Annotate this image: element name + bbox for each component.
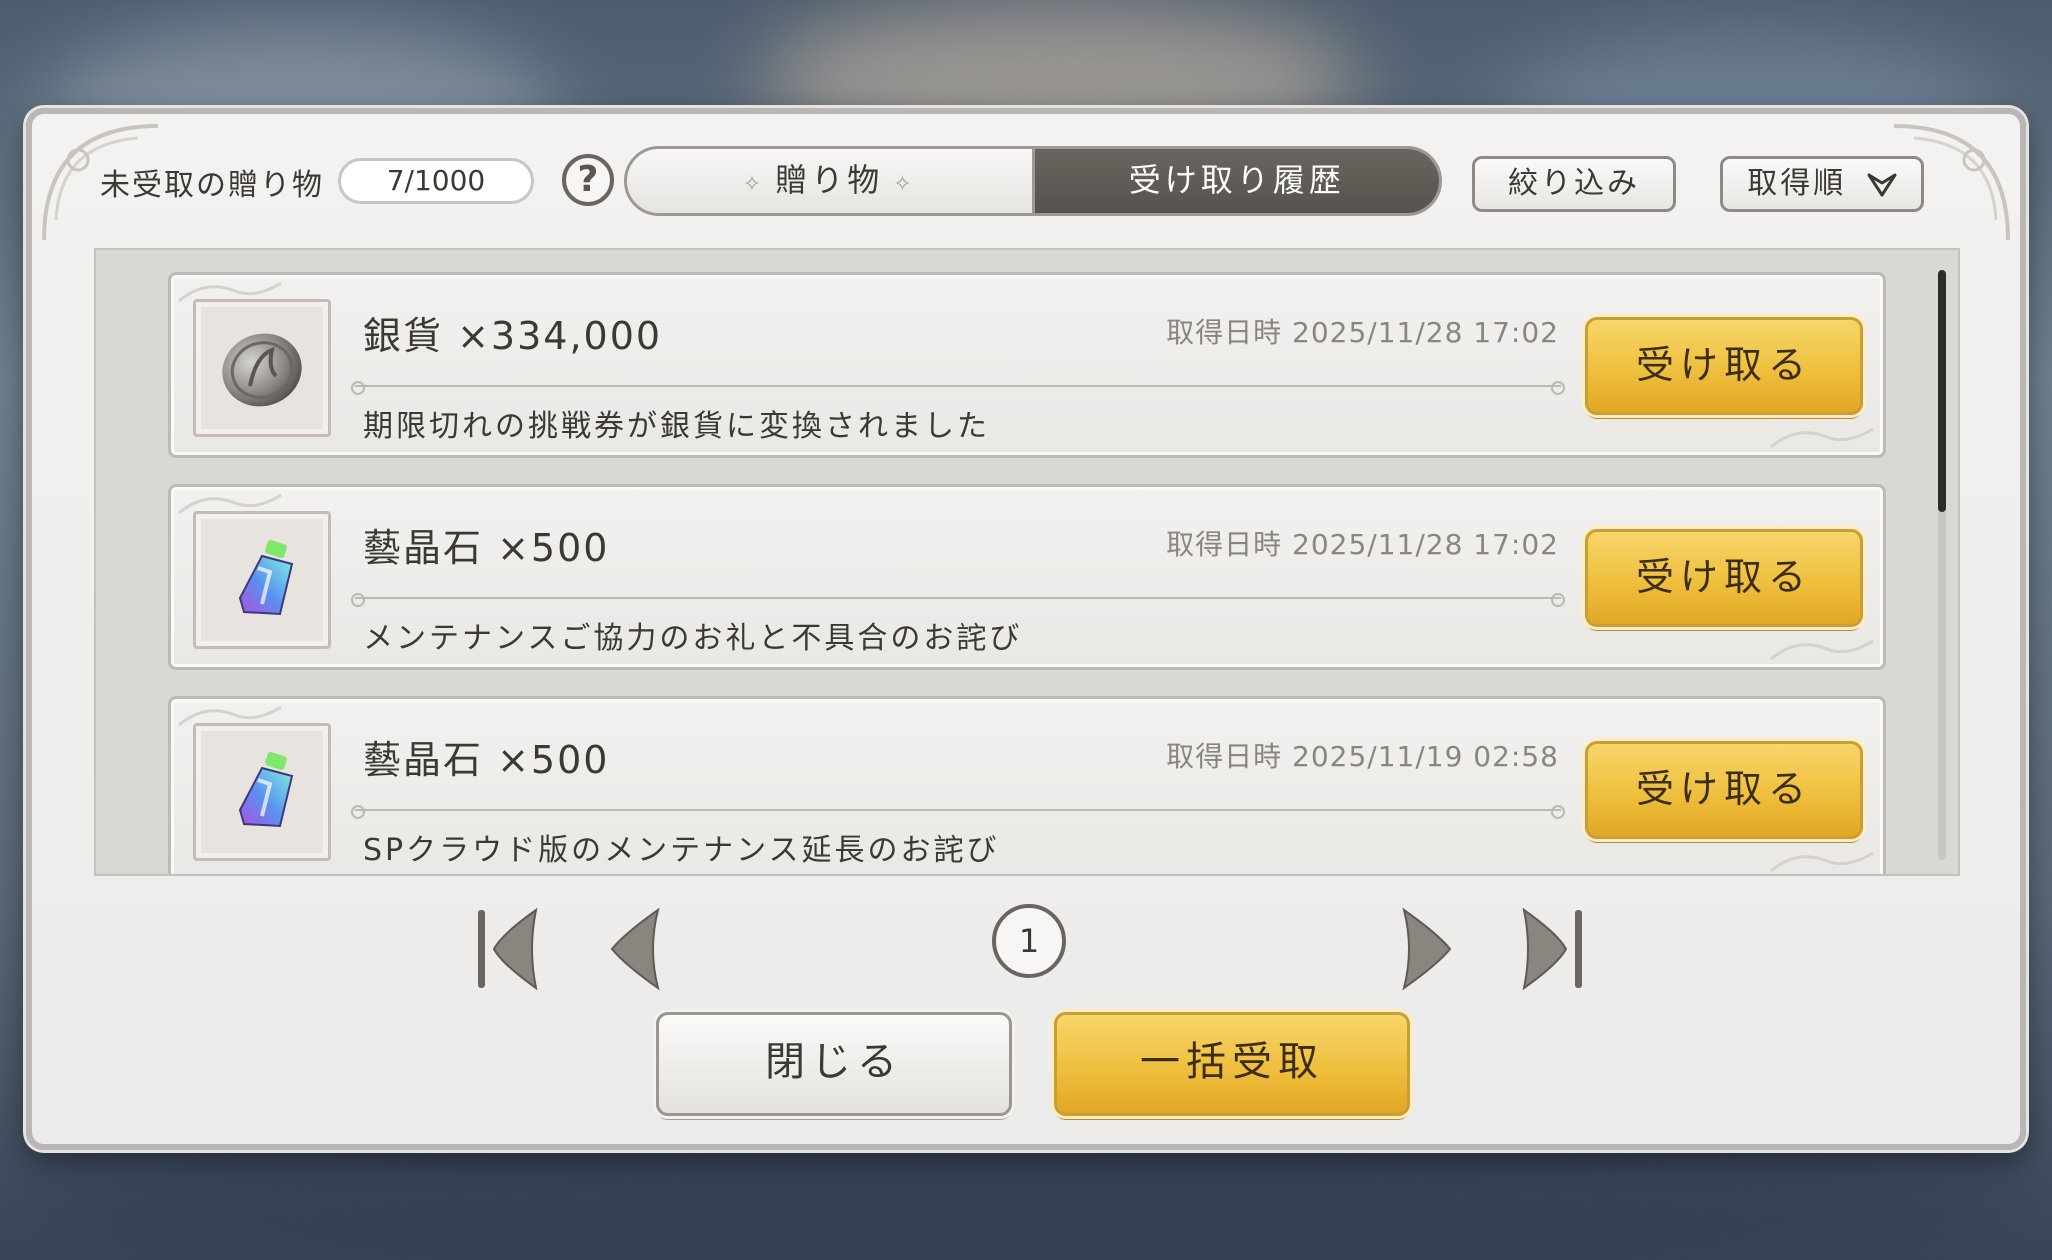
- gift-item: 銀貨 ×334,000 取得日時 2025/11/28 17:02 期限切れの挑…: [168, 272, 1886, 458]
- card-ornament: [1770, 427, 1874, 449]
- first-page-icon[interactable]: [472, 904, 542, 994]
- gift-tabs: ✧ 贈り物 ✧ 受け取り履歴: [624, 146, 1442, 216]
- item-date: 取得日時 2025/11/19 02:58: [1166, 740, 1559, 773]
- item-thumbnail: [193, 299, 331, 437]
- gift-list[interactable]: 銀貨 ×334,000 取得日時 2025/11/28 17:02 期限切れの挑…: [94, 248, 1960, 876]
- unclaimed-gifts-label: 未受取の贈り物: [100, 168, 324, 203]
- bulk-claim-button[interactable]: 一括受取: [1054, 1012, 1410, 1116]
- item-date: 取得日時 2025/11/28 17:02: [1166, 528, 1559, 561]
- crystal-bottle-icon: [238, 752, 294, 828]
- item-name: 藝晶石 ×500: [363, 738, 610, 782]
- help-button[interactable]: ?: [562, 154, 614, 206]
- diamond-ornament-icon: ✧: [893, 172, 916, 197]
- sort-button-label: 取得順: [1747, 166, 1847, 201]
- item-thumbnail: [193, 511, 331, 649]
- divider: [351, 805, 1565, 819]
- tab-history[interactable]: 受け取り履歴: [1034, 149, 1439, 213]
- sort-button[interactable]: 取得順: [1720, 156, 1924, 212]
- gift-item: 藝晶石 ×500 取得日時 2025/11/28 17:02 メンテナンスご協力…: [168, 484, 1886, 670]
- item-name: 銀貨 ×334,000: [363, 314, 663, 358]
- next-page-icon[interactable]: [1392, 904, 1462, 994]
- item-name: 藝晶石 ×500: [363, 526, 610, 570]
- divider: [351, 593, 1565, 607]
- claim-button[interactable]: 受け取る: [1585, 317, 1863, 415]
- divider: [351, 381, 1565, 395]
- close-button[interactable]: 閉じる: [656, 1012, 1012, 1116]
- tab-gifts[interactable]: ✧ 贈り物 ✧: [627, 149, 1035, 213]
- claim-button[interactable]: 受け取る: [1585, 741, 1863, 839]
- diamond-ornament-icon: ✧: [742, 172, 766, 197]
- sort-arrow-icon: [1867, 173, 1897, 196]
- gift-box-dialog: 未受取の贈り物 7/1000 ? ✧ 贈り物 ✧ 受け取り履歴 絞り込み 取得順 銀…: [26, 108, 2026, 1150]
- previous-page-icon[interactable]: [600, 904, 670, 994]
- item-description: メンテナンスご協力のお礼と不具合のお詫び: [363, 621, 1023, 656]
- gift-item: 藝晶石 ×500 取得日時 2025/11/19 02:58 SPクラウド版のメ…: [168, 696, 1886, 874]
- silver-coin-icon: [222, 333, 302, 407]
- item-date: 取得日時 2025/11/28 17:02: [1166, 316, 1559, 349]
- crystal-bottle-icon: [238, 540, 294, 616]
- card-ornament: [1770, 851, 1874, 873]
- last-page-icon[interactable]: [1518, 904, 1588, 994]
- item-description: 期限切れの挑戦券が銀貨に変換されました: [363, 409, 990, 444]
- item-thumbnail: [193, 723, 331, 861]
- gift-counter: 7/1000: [338, 158, 534, 204]
- current-page-indicator: 1: [992, 904, 1066, 978]
- card-ornament: [1770, 639, 1874, 661]
- filter-button[interactable]: 絞り込み: [1472, 156, 1676, 212]
- item-description: SPクラウド版のメンテナンス延長のお詫び: [363, 833, 1000, 868]
- tab-gifts-label: 贈り物: [775, 161, 884, 199]
- claim-button[interactable]: 受け取る: [1585, 529, 1863, 627]
- scrollbar-thumb[interactable]: [1938, 270, 1946, 512]
